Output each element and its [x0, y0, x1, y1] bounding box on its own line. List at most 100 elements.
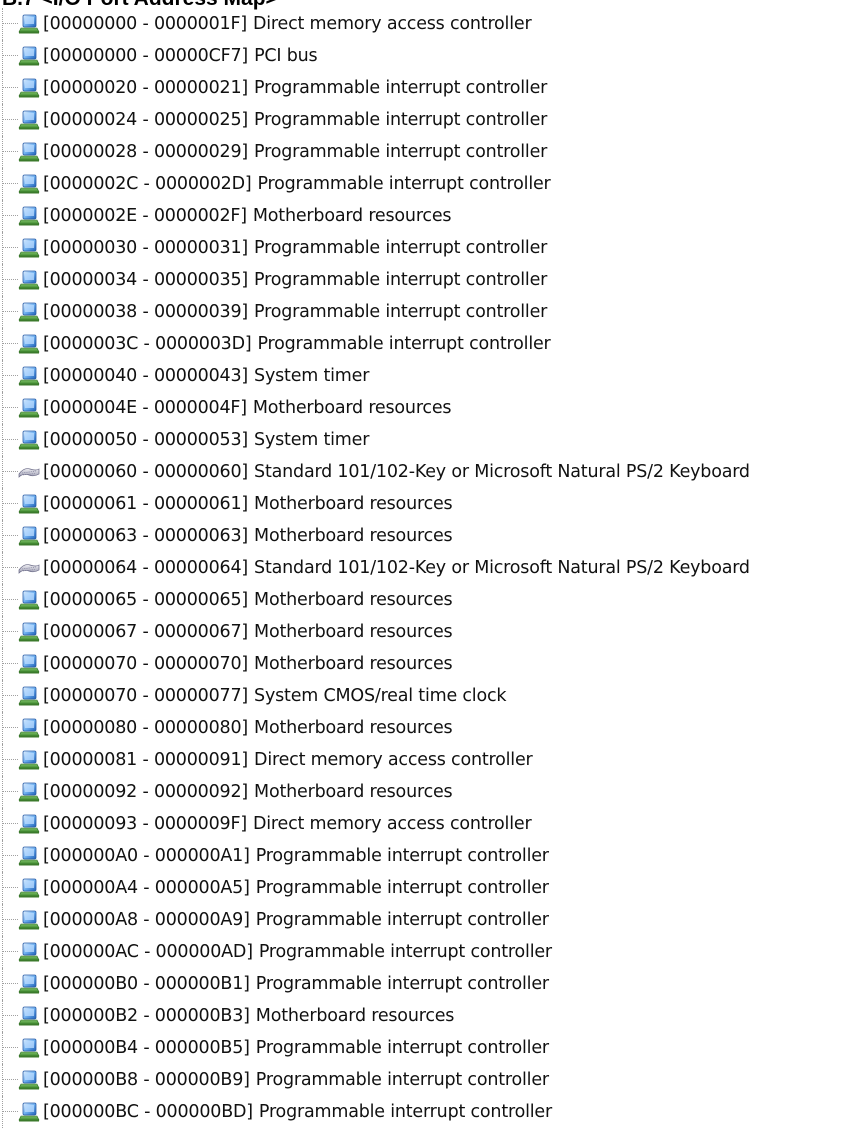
device-description: Motherboard resources [252, 398, 452, 418]
list-item[interactable]: [00000070 - 00000077] System CMOS/real ti… [0, 680, 857, 712]
list-item[interactable]: [00000028 - 00000029] Programmable interr… [0, 136, 857, 168]
tree-connector [2, 328, 4, 360]
list-item[interactable]: [00000081 - 00000091] Direct memory acces… [0, 744, 857, 776]
keyboard-icon [18, 468, 40, 478]
tree-branch [2, 727, 18, 729]
system-device-icon [18, 78, 40, 98]
system-device-icon [18, 14, 40, 34]
system-device-icon [18, 590, 40, 610]
tree-connector [2, 936, 4, 968]
tree-connector [2, 1096, 4, 1128]
port-range: [000000A8 - 000000A9] [43, 910, 250, 930]
tree-branch [2, 503, 18, 505]
tree-connector [2, 808, 4, 840]
system-device-icon [18, 142, 40, 162]
list-item[interactable]: [000000BC - 000000BD] Programmable interr… [0, 1096, 857, 1128]
system-device-icon [18, 46, 40, 66]
tree-connector [2, 72, 4, 104]
list-item[interactable]: [00000065 - 00000065] Motherboard resourc… [0, 584, 857, 616]
list-item[interactable]: [00000063 - 00000063] Motherboard resourc… [0, 520, 857, 552]
port-range: [000000B4 - 000000B5] [43, 1038, 250, 1058]
tree-branch [2, 343, 18, 345]
list-item[interactable]: [00000064 - 00000064] Standard 101/102-Ke… [0, 552, 857, 584]
list-item[interactable]: [00000067 - 00000067] Motherboard resourc… [0, 616, 857, 648]
port-range: [000000B0 - 000000B1] [43, 974, 250, 994]
port-range: [0000003C - 0000003D] [43, 334, 252, 354]
list-item[interactable]: [00000050 - 00000053] System timer [0, 424, 857, 456]
port-range: [000000B2 - 000000B3] [43, 1006, 250, 1026]
tree-connector [2, 232, 4, 264]
system-device-icon [18, 686, 40, 706]
device-description: Programmable interrupt controller [254, 78, 548, 98]
list-item[interactable]: [0000002C - 0000002D] Programmable interr… [0, 168, 857, 200]
port-range: [00000065 - 00000065] [43, 590, 249, 610]
list-item[interactable]: [00000080 - 00000080] Motherboard resourc… [0, 712, 857, 744]
tree-connector [2, 392, 4, 424]
list-item[interactable]: [00000024 - 00000025] Programmable interr… [0, 104, 857, 136]
tree-connector [2, 40, 4, 72]
device-description: Programmable interrupt controller [257, 174, 551, 194]
device-description: System timer [254, 430, 370, 450]
list-item[interactable]: [000000A0 - 000000A1] Programmable interr… [0, 840, 857, 872]
device-description: Motherboard resources [254, 526, 453, 546]
list-item[interactable]: [00000030 - 00000031] Programmable interr… [0, 232, 857, 264]
tree-connector [2, 1000, 4, 1032]
list-item[interactable]: [000000B8 - 000000B9] Programmable interr… [0, 1064, 857, 1096]
system-device-icon [18, 974, 40, 994]
device-description: Programmable interrupt controller [255, 910, 549, 930]
list-item[interactable]: [000000B4 - 000000B5] Programmable interr… [0, 1032, 857, 1064]
tree-branch [2, 535, 18, 537]
tree-branch [2, 631, 18, 633]
tree-branch [2, 1047, 18, 1049]
tree-branch [2, 247, 18, 249]
list-item[interactable]: [000000AC - 000000AD] Programmable interr… [0, 936, 857, 968]
list-item[interactable]: [00000020 - 00000021] Programmable interr… [0, 72, 857, 104]
device-description: Programmable interrupt controller [255, 1038, 549, 1058]
list-item[interactable]: [00000093 - 0000009F] Direct memory acces… [0, 808, 857, 840]
system-device-icon [18, 238, 40, 258]
list-item[interactable]: [00000038 - 00000039] Programmable interr… [0, 296, 857, 328]
device-description: Programmable interrupt controller [255, 878, 549, 898]
list-item[interactable]: [00000070 - 00000070] Motherboard resourc… [0, 648, 857, 680]
tree-connector [2, 360, 4, 392]
port-range: [00000064 - 00000064] [43, 558, 249, 578]
device-description: Programmable interrupt controller [254, 110, 548, 130]
list-item[interactable]: [00000000 - 00000CF7] PCI bus [0, 40, 857, 72]
list-item[interactable]: [00000040 - 00000043] System timer [0, 360, 857, 392]
tree-connector [2, 840, 4, 872]
tree-connector [2, 136, 4, 168]
list-item[interactable]: [00000061 - 00000061] Motherboard resourc… [0, 488, 857, 520]
list-item[interactable]: [000000B2 - 000000B3] Motherboard resourc… [0, 1000, 857, 1032]
port-range: [00000070 - 00000077] [43, 686, 249, 706]
tree-branch [2, 695, 18, 697]
tree-branch [2, 1079, 18, 1081]
list-item[interactable]: [0000004E - 0000004F] Motherboard resourc… [0, 392, 857, 424]
system-device-icon [18, 718, 40, 738]
list-item[interactable]: [0000003C - 0000003D] Programmable interr… [0, 328, 857, 360]
list-item[interactable]: [0000002E - 0000002F] Motherboard resourc… [0, 200, 857, 232]
list-item[interactable]: [00000000 - 0000001F] Direct memory acces… [0, 8, 857, 40]
system-device-icon [18, 1102, 40, 1122]
keyboard-icon [18, 564, 40, 574]
tree-connector [2, 200, 4, 232]
tree-connector [2, 648, 4, 680]
tree-branch [2, 279, 18, 281]
tree-branch [2, 215, 18, 217]
device-description: Programmable interrupt controller [257, 334, 551, 354]
tree-connector [2, 264, 4, 296]
port-range: [000000A4 - 000000A5] [43, 878, 250, 898]
list-item[interactable]: [000000A4 - 000000A5] Programmable interr… [0, 872, 857, 904]
list-item[interactable]: [00000092 - 00000092] Motherboard resourc… [0, 776, 857, 808]
list-item[interactable]: [000000B0 - 000000B1] Programmable interr… [0, 968, 857, 1000]
tree-connector [2, 744, 4, 776]
list-item[interactable]: [000000A8 - 000000A9] Programmable interr… [0, 904, 857, 936]
device-description: Motherboard resources [252, 206, 452, 226]
tree-connector [2, 680, 4, 712]
device-description: Programmable interrupt controller [254, 302, 548, 322]
device-description: Motherboard resources [254, 718, 453, 738]
device-description: PCI bus [254, 46, 318, 66]
list-item[interactable]: [00000034 - 00000035] Programmable interr… [0, 264, 857, 296]
system-device-icon [18, 398, 40, 418]
port-range: [00000081 - 00000091] [43, 750, 249, 770]
list-item[interactable]: [00000060 - 00000060] Standard 101/102-Ke… [0, 456, 857, 488]
